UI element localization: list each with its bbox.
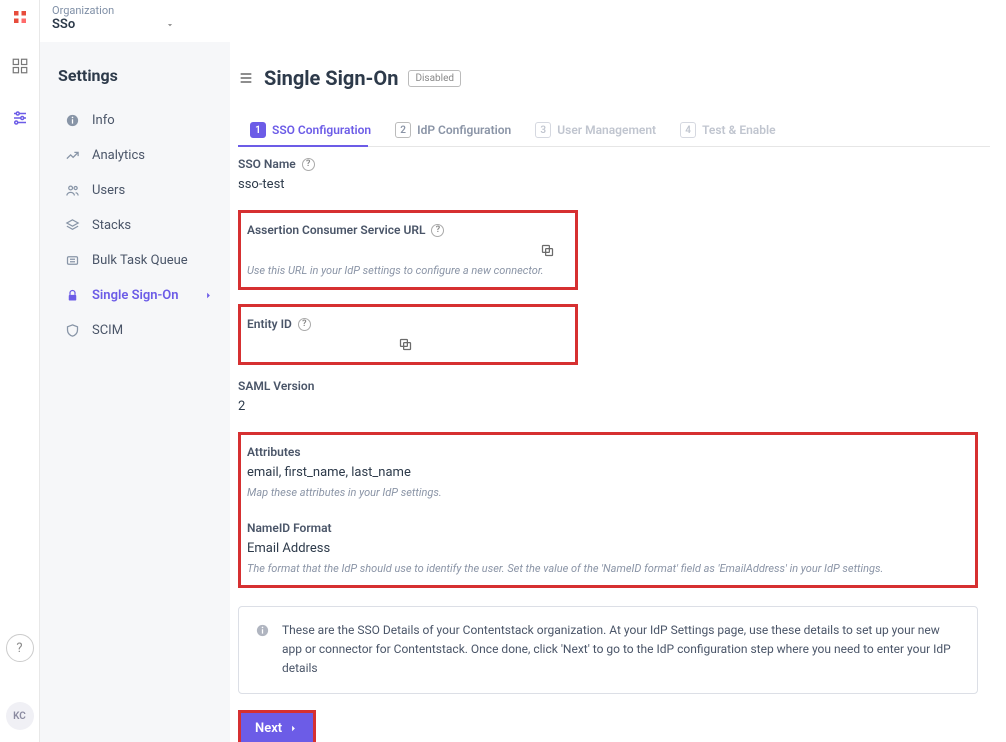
help-icon[interactable]: ? [298,318,311,331]
org-label: Organization [52,4,994,17]
menu-icon[interactable] [238,70,254,86]
sso-name-value: sso-test [238,177,982,192]
attributes-hint: Map these attributes in your IdP setting… [247,486,963,499]
shield-icon [64,323,80,338]
copy-icon[interactable] [540,243,555,258]
help-icon[interactable]: ? [431,224,444,237]
info-text: These are the SSO Details of your Conten… [282,621,961,679]
highlight-acs-url: Assertion Consumer Service URL? Use this… [238,210,578,290]
sidebar-item-analytics[interactable]: Analytics [58,138,220,173]
highlight-attributes-nameid: Attributes email, first_name, last_name … [238,432,978,588]
layers-icon [64,218,80,233]
sidebar-item-label: SCIM [92,323,123,338]
org-selector[interactable]: SSo [52,17,994,32]
sso-config-form: SSO Name? sso-test Assertion Consumer Se… [238,157,990,742]
chart-icon [64,148,80,163]
highlight-next: Next [238,710,316,742]
tab-test-enable[interactable]: 4Test & Enable [668,114,787,146]
copy-icon[interactable] [398,337,413,352]
tab-user-management[interactable]: 3User Management [523,114,668,146]
settings-sidebar: Settings Info Analytics Users Stacks Bul… [40,42,230,742]
sidebar-heading: Settings [58,66,220,85]
dashboard-icon[interactable] [8,54,32,78]
help-icon[interactable]: ? [302,158,315,171]
nameid-hint: The format that the IdP should use to id… [247,562,963,575]
highlight-entity-id: Entity ID? [238,304,578,365]
sidebar-item-label: Bulk Task Queue [92,253,188,268]
tab-idp-configuration[interactable]: 2IdP Configuration [383,114,523,146]
sidebar-item-label: Single Sign-On [92,288,179,303]
chevron-right-icon [203,290,214,301]
users-icon [64,183,80,198]
sidebar-item-users[interactable]: Users [58,173,220,208]
topbar: Organization SSo [40,0,1006,42]
field-sso-name: SSO Name? sso-test [238,157,982,192]
lock-icon [64,288,80,303]
page-title: Single Sign-On [264,66,398,90]
sidebar-item-label: Analytics [92,148,145,163]
sidebar-item-label: Info [92,113,115,128]
org-name: SSo [52,17,75,32]
nameid-value: Email Address [247,541,963,556]
settings-sliders-icon[interactable] [8,106,32,130]
field-saml-version: SAML Version 2 [238,379,982,414]
info-banner: These are the SSO Details of your Conten… [238,606,978,694]
sidebar-item-label: Users [92,183,125,198]
sidebar-item-stacks[interactable]: Stacks [58,208,220,243]
brand-logo [11,8,29,26]
sidebar-item-single-sign-on[interactable]: Single Sign-On [58,278,220,313]
attributes-value: email, first_name, last_name [247,465,963,480]
next-button[interactable]: Next [241,713,313,742]
page-header: Single Sign-On Disabled [238,66,990,90]
tab-sso-configuration[interactable]: 1SSO Configuration [238,114,383,146]
chevron-down-icon [165,20,175,30]
help-button[interactable]: ? [6,634,34,662]
info-icon [255,623,270,679]
left-rail: ? KC [0,0,40,742]
user-avatar[interactable]: KC [6,702,34,730]
sidebar-item-label: Stacks [92,218,131,233]
chevron-right-icon [288,723,299,734]
saml-version-value: 2 [238,399,982,414]
main-content: Single Sign-On Disabled 1SSO Configurati… [230,42,1006,742]
sidebar-item-info[interactable]: Info [58,103,220,138]
tabs: 1SSO Configuration 2IdP Configuration 3U… [238,114,990,147]
status-badge: Disabled [408,70,461,87]
queue-icon [64,253,80,268]
acs-hint: Use this URL in your IdP settings to con… [247,264,563,277]
info-icon [64,113,80,128]
sidebar-item-scim[interactable]: SCIM [58,313,220,348]
sidebar-item-bulk-task-queue[interactable]: Bulk Task Queue [58,243,220,278]
